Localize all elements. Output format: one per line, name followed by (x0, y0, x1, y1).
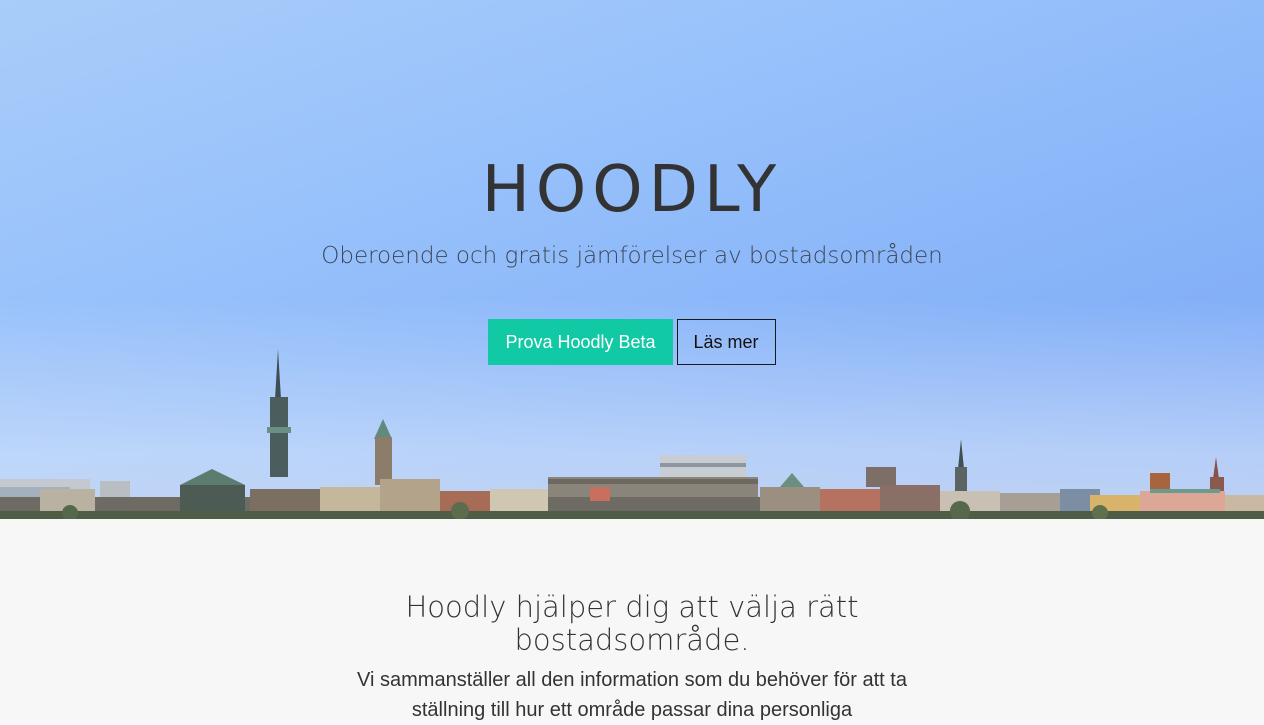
hero-subtitle: Oberoende och gratis jämförelser av bost… (321, 243, 943, 269)
intro-heading: Hoodly hjälper dig att välja rätt bostad… (405, 590, 859, 657)
hero-title: HOODLY (481, 153, 783, 227)
intro-body: Vi sammanställer all den information som… (357, 669, 907, 721)
city-skyline-image (0, 349, 1264, 519)
hero-buttons: Prova Hoodly Beta Läs mer (0, 319, 1264, 365)
read-more-button[interactable]: Läs mer (676, 319, 776, 365)
hero-section: HOODLY Oberoende och gratis jämförelser … (0, 0, 1264, 519)
try-beta-button[interactable]: Prova Hoodly Beta (488, 319, 673, 365)
intro-section: Hoodly hjälper dig att välja rätt bostad… (0, 519, 1264, 721)
